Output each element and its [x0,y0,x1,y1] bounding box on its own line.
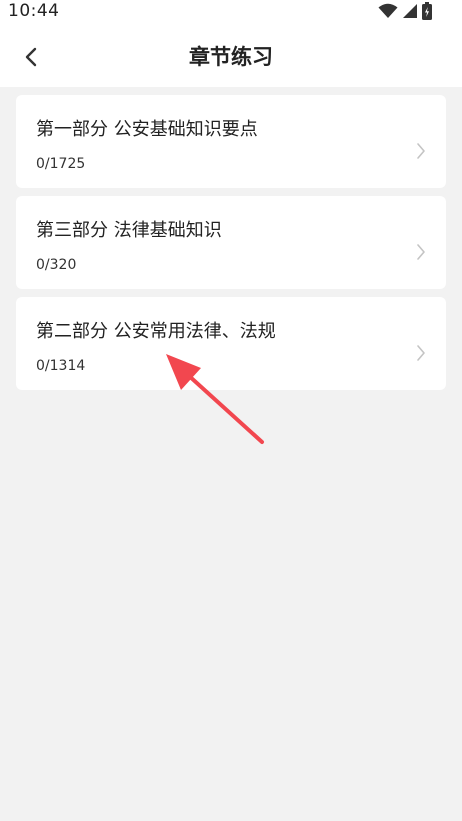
header: 章节练习 [0,26,462,87]
chapter-title: 第一部分 公安基础知识要点 [36,119,258,140]
status-time: 10:44 [8,1,60,21]
chevron-right-icon [417,244,425,260]
status-icons [378,2,432,20]
chapter-title: 第三部分 法律基础知识 [36,220,222,241]
chevron-right-icon [417,345,425,361]
chapter-item-2[interactable]: 第三部分 法律基础知识 0/320 [16,196,446,289]
chapter-progress: 0/1725 [36,156,86,172]
status-bar: 10:44 [0,0,462,26]
chapter-title: 第二部分 公安常用法律、法规 [36,321,276,342]
chapter-list: 第一部分 公安基础知识要点 0/1725 第三部分 法律基础知识 0/320 第… [16,95,446,398]
chapter-item-3[interactable]: 第二部分 公安常用法律、法规 0/1314 [16,297,446,390]
wifi-icon [378,3,398,18]
chapter-progress: 0/1314 [36,358,86,374]
chapter-progress: 0/320 [36,257,77,273]
battery-icon [422,2,432,20]
chevron-right-icon [417,143,425,159]
signal-icon [403,4,417,18]
chapter-item-1[interactable]: 第一部分 公安基础知识要点 0/1725 [16,95,446,188]
page-title: 章节练习 [189,45,273,69]
